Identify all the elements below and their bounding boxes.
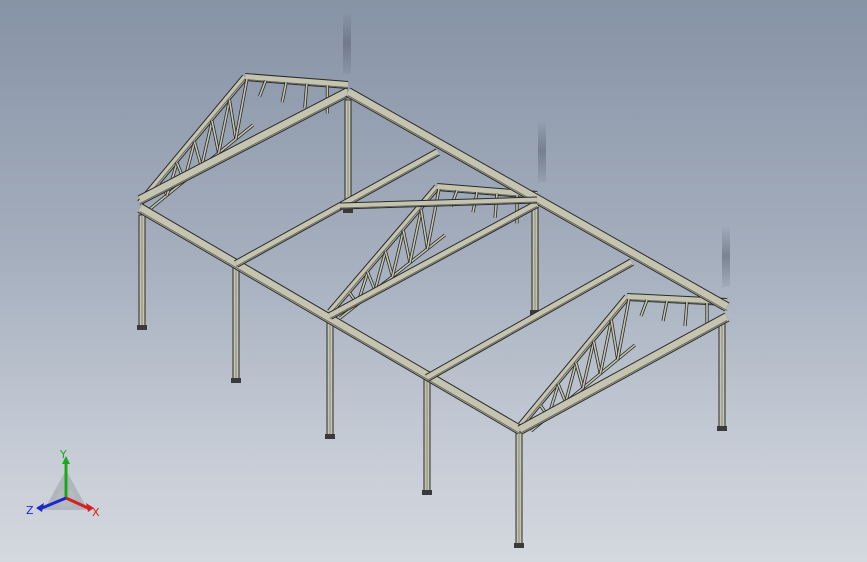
column-3 — [325, 317, 335, 439]
beam-front-short-flange — [519, 320, 728, 434]
column-1-baseplate — [137, 325, 147, 330]
truss-rear-ridge-post-1 — [258, 80, 267, 97]
truss-rear-top-chord — [137, 74, 248, 206]
column-2 — [231, 267, 241, 383]
truss-front-ridge-post-1 — [640, 299, 648, 317]
columns — [137, 99, 727, 548]
graphics-viewport[interactable]: Y X Z — [0, 0, 867, 562]
z-axis-arrowhead — [36, 503, 44, 512]
column-2-baseplate — [231, 378, 241, 383]
column-5 — [514, 431, 524, 548]
beam-rear-short-face — [138, 88, 350, 204]
steel-frame-model[interactable] — [0, 0, 867, 562]
x-axis-label: X — [92, 506, 100, 519]
column-5-baseplate — [514, 543, 524, 548]
column-4 — [422, 377, 432, 495]
truss-front-web-vertical-5 — [610, 320, 619, 360]
truss-middle-web-vertical-2 — [366, 272, 376, 291]
z-axis-label: Z — [26, 504, 34, 517]
column-4-baseplate — [422, 490, 432, 495]
beam-secondary-1 — [339, 196, 538, 210]
column-1 — [137, 214, 147, 330]
truss-middle-web-vertical-4 — [402, 230, 411, 263]
truss-rear-top-chord-flange — [139, 78, 246, 206]
beam-cross-3-face — [425, 259, 634, 381]
column-8-baseplate — [717, 426, 727, 431]
truss-rear-web-vertical-4 — [211, 120, 220, 154]
frame-beams — [137, 87, 730, 435]
beam-rear-short-flange — [139, 95, 349, 204]
column-8 — [717, 319, 727, 431]
truss-front-web-vertical-4 — [592, 341, 602, 374]
truss-rear-web-vertical-5 — [228, 99, 237, 140]
column-3-baseplate — [325, 434, 335, 439]
y-axis-label: Y — [59, 448, 67, 461]
truss-rear-ridge-tie — [244, 73, 349, 89]
beam-rear-short — [137, 87, 351, 205]
truss-middle-web-vertical-3 — [384, 251, 394, 277]
coordinate-triad: Y X Z — [26, 448, 100, 519]
column-7 — [530, 204, 540, 315]
truss-middle-web-vertical-5 — [420, 209, 429, 249]
truss-front-web-vertical-3 — [575, 362, 584, 389]
truss-rear-top-chord-face — [138, 75, 247, 205]
truss-front-web-vertical-2 — [557, 384, 567, 403]
